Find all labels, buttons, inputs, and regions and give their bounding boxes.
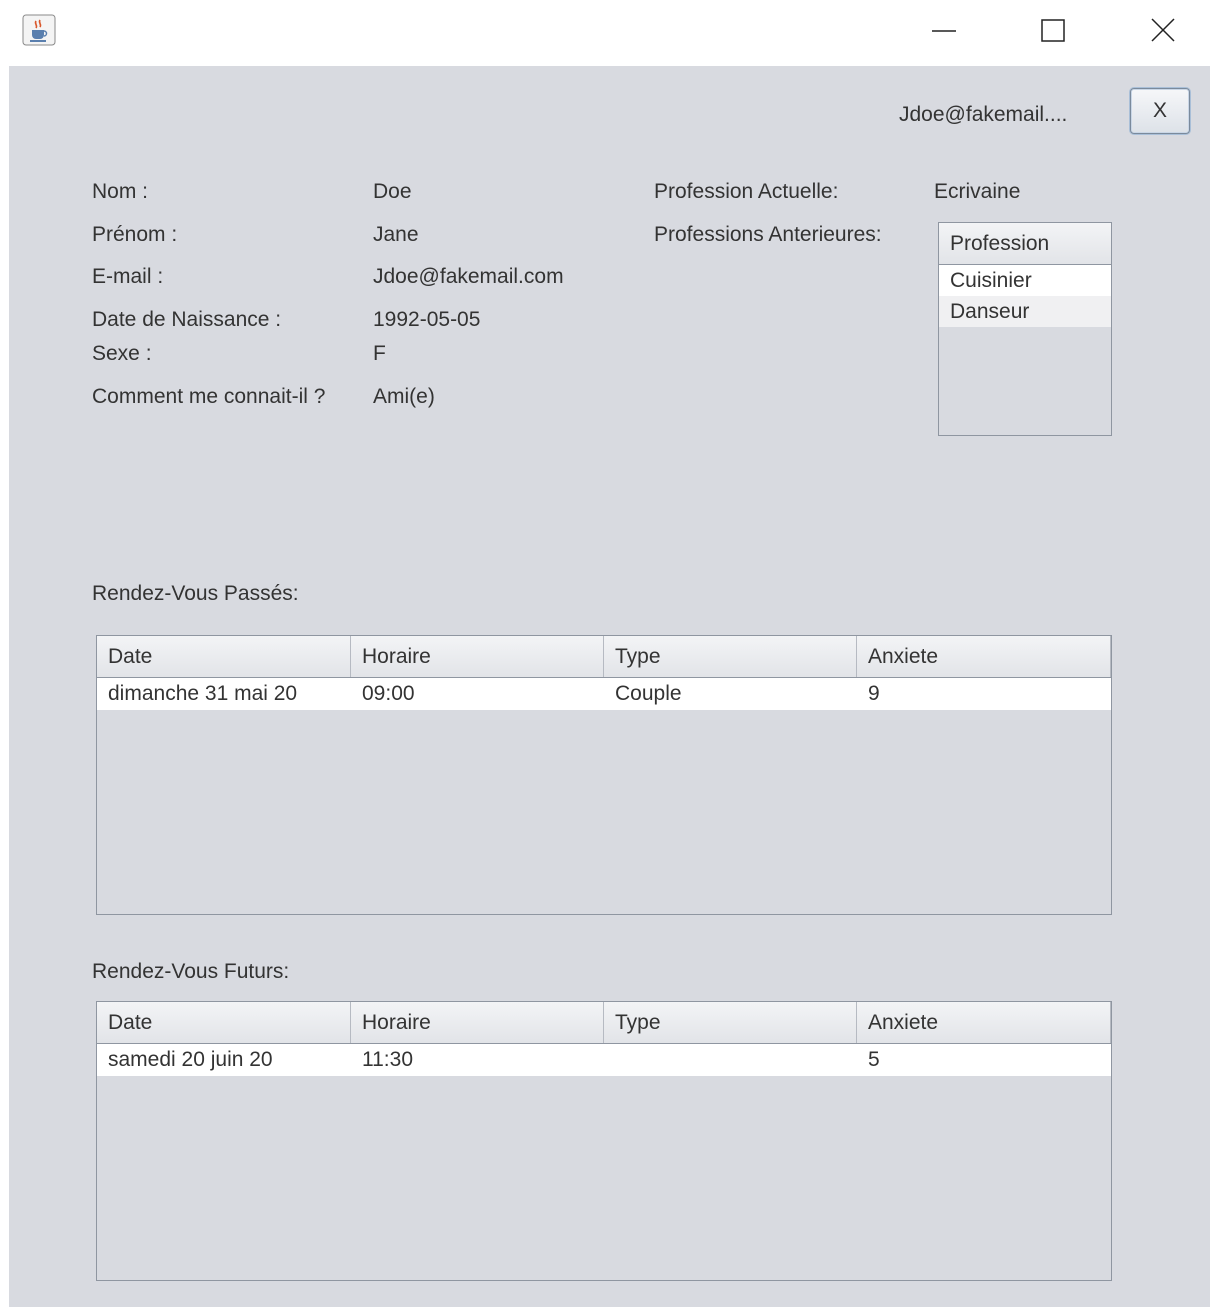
column-header-type[interactable]: Type bbox=[604, 1002, 857, 1043]
professions-table[interactable]: Profession Cuisinier Danseur bbox=[938, 222, 1112, 436]
cell-anxiete: 9 bbox=[868, 682, 880, 705]
cell-date: dimanche 31 mai 20 bbox=[108, 682, 298, 705]
profession-row[interactable]: Danseur bbox=[939, 296, 1111, 327]
connait-value: Ami(e) bbox=[373, 385, 435, 408]
column-header-horaire[interactable]: Horaire bbox=[351, 1002, 604, 1043]
profession-actuelle-value: Ecrivaine bbox=[934, 180, 1021, 203]
column-header-date[interactable]: Date bbox=[97, 636, 351, 677]
column-header-horaire[interactable]: Horaire bbox=[351, 636, 604, 677]
minimize-button[interactable] bbox=[916, 0, 972, 60]
rdv-futurs-table[interactable]: Date Horaire Type Anxiete samedi 20 juin… bbox=[96, 1001, 1112, 1281]
maximize-button[interactable] bbox=[1025, 0, 1081, 60]
cell-horaire: 11:30 bbox=[362, 1048, 413, 1071]
rdv-passes-table[interactable]: Date Horaire Type Anxiete dimanche 31 ma… bbox=[96, 635, 1112, 915]
app-window: Jdoe@fakemail.... X Nom : Doe Prénom : J… bbox=[0, 0, 1210, 1307]
java-cup-icon bbox=[22, 14, 56, 46]
title-bar bbox=[0, 0, 1210, 66]
main-panel: Jdoe@fakemail.... X Nom : Doe Prénom : J… bbox=[9, 66, 1210, 1307]
column-header-anxiete[interactable]: Anxiete bbox=[857, 1002, 1111, 1043]
table-row[interactable]: dimanche 31 mai 20 09:00 Couple 9 bbox=[97, 678, 1111, 710]
table-header: Date Horaire Type Anxiete bbox=[97, 636, 1111, 678]
rdv-passes-title: Rendez-Vous Passés: bbox=[92, 582, 299, 605]
table-row[interactable]: samedi 20 juin 20 11:30 5 bbox=[97, 1044, 1111, 1076]
table-header: Date Horaire Type Anxiete bbox=[97, 1002, 1111, 1044]
current-user-email: Jdoe@fakemail.... bbox=[899, 103, 1068, 126]
cell-date: samedi 20 juin 20 bbox=[108, 1048, 273, 1071]
nom-value: Doe bbox=[373, 180, 412, 203]
column-header-date[interactable]: Date bbox=[97, 1002, 351, 1043]
nom-label: Nom : bbox=[92, 180, 149, 203]
connait-label: Comment me connait-il ? bbox=[92, 385, 326, 408]
logout-button[interactable]: X bbox=[1130, 88, 1190, 134]
close-icon bbox=[1151, 18, 1175, 42]
date-naissance-value: 1992-05-05 bbox=[373, 308, 481, 331]
cell-type: Couple bbox=[615, 682, 682, 705]
column-header-type[interactable]: Type bbox=[604, 636, 857, 677]
prenom-label: Prénom : bbox=[92, 223, 178, 246]
cell-type bbox=[604, 1044, 857, 1076]
date-naissance-label: Date de Naissance : bbox=[92, 308, 282, 331]
column-header-anxiete[interactable]: Anxiete bbox=[857, 636, 1111, 677]
profession-row[interactable]: Cuisinier bbox=[939, 265, 1111, 296]
maximize-icon bbox=[1041, 19, 1065, 42]
profession-actuelle-label: Profession Actuelle: bbox=[654, 180, 839, 203]
professions-anterieures-label: Professions Anterieures: bbox=[654, 223, 882, 246]
email-label: E-mail : bbox=[92, 265, 164, 288]
cell-horaire: 09:00 bbox=[362, 682, 415, 705]
rdv-futurs-title: Rendez-Vous Futurs: bbox=[92, 960, 290, 983]
email-value: Jdoe@fakemail.com bbox=[373, 265, 564, 288]
cell-anxiete: 5 bbox=[868, 1048, 880, 1071]
close-window-button[interactable] bbox=[1135, 0, 1191, 60]
minimize-icon bbox=[932, 30, 956, 32]
sexe-value: F bbox=[373, 342, 386, 365]
sexe-label: Sexe : bbox=[92, 342, 152, 365]
prenom-value: Jane bbox=[373, 223, 419, 246]
profession-column-header[interactable]: Profession bbox=[939, 223, 1111, 265]
